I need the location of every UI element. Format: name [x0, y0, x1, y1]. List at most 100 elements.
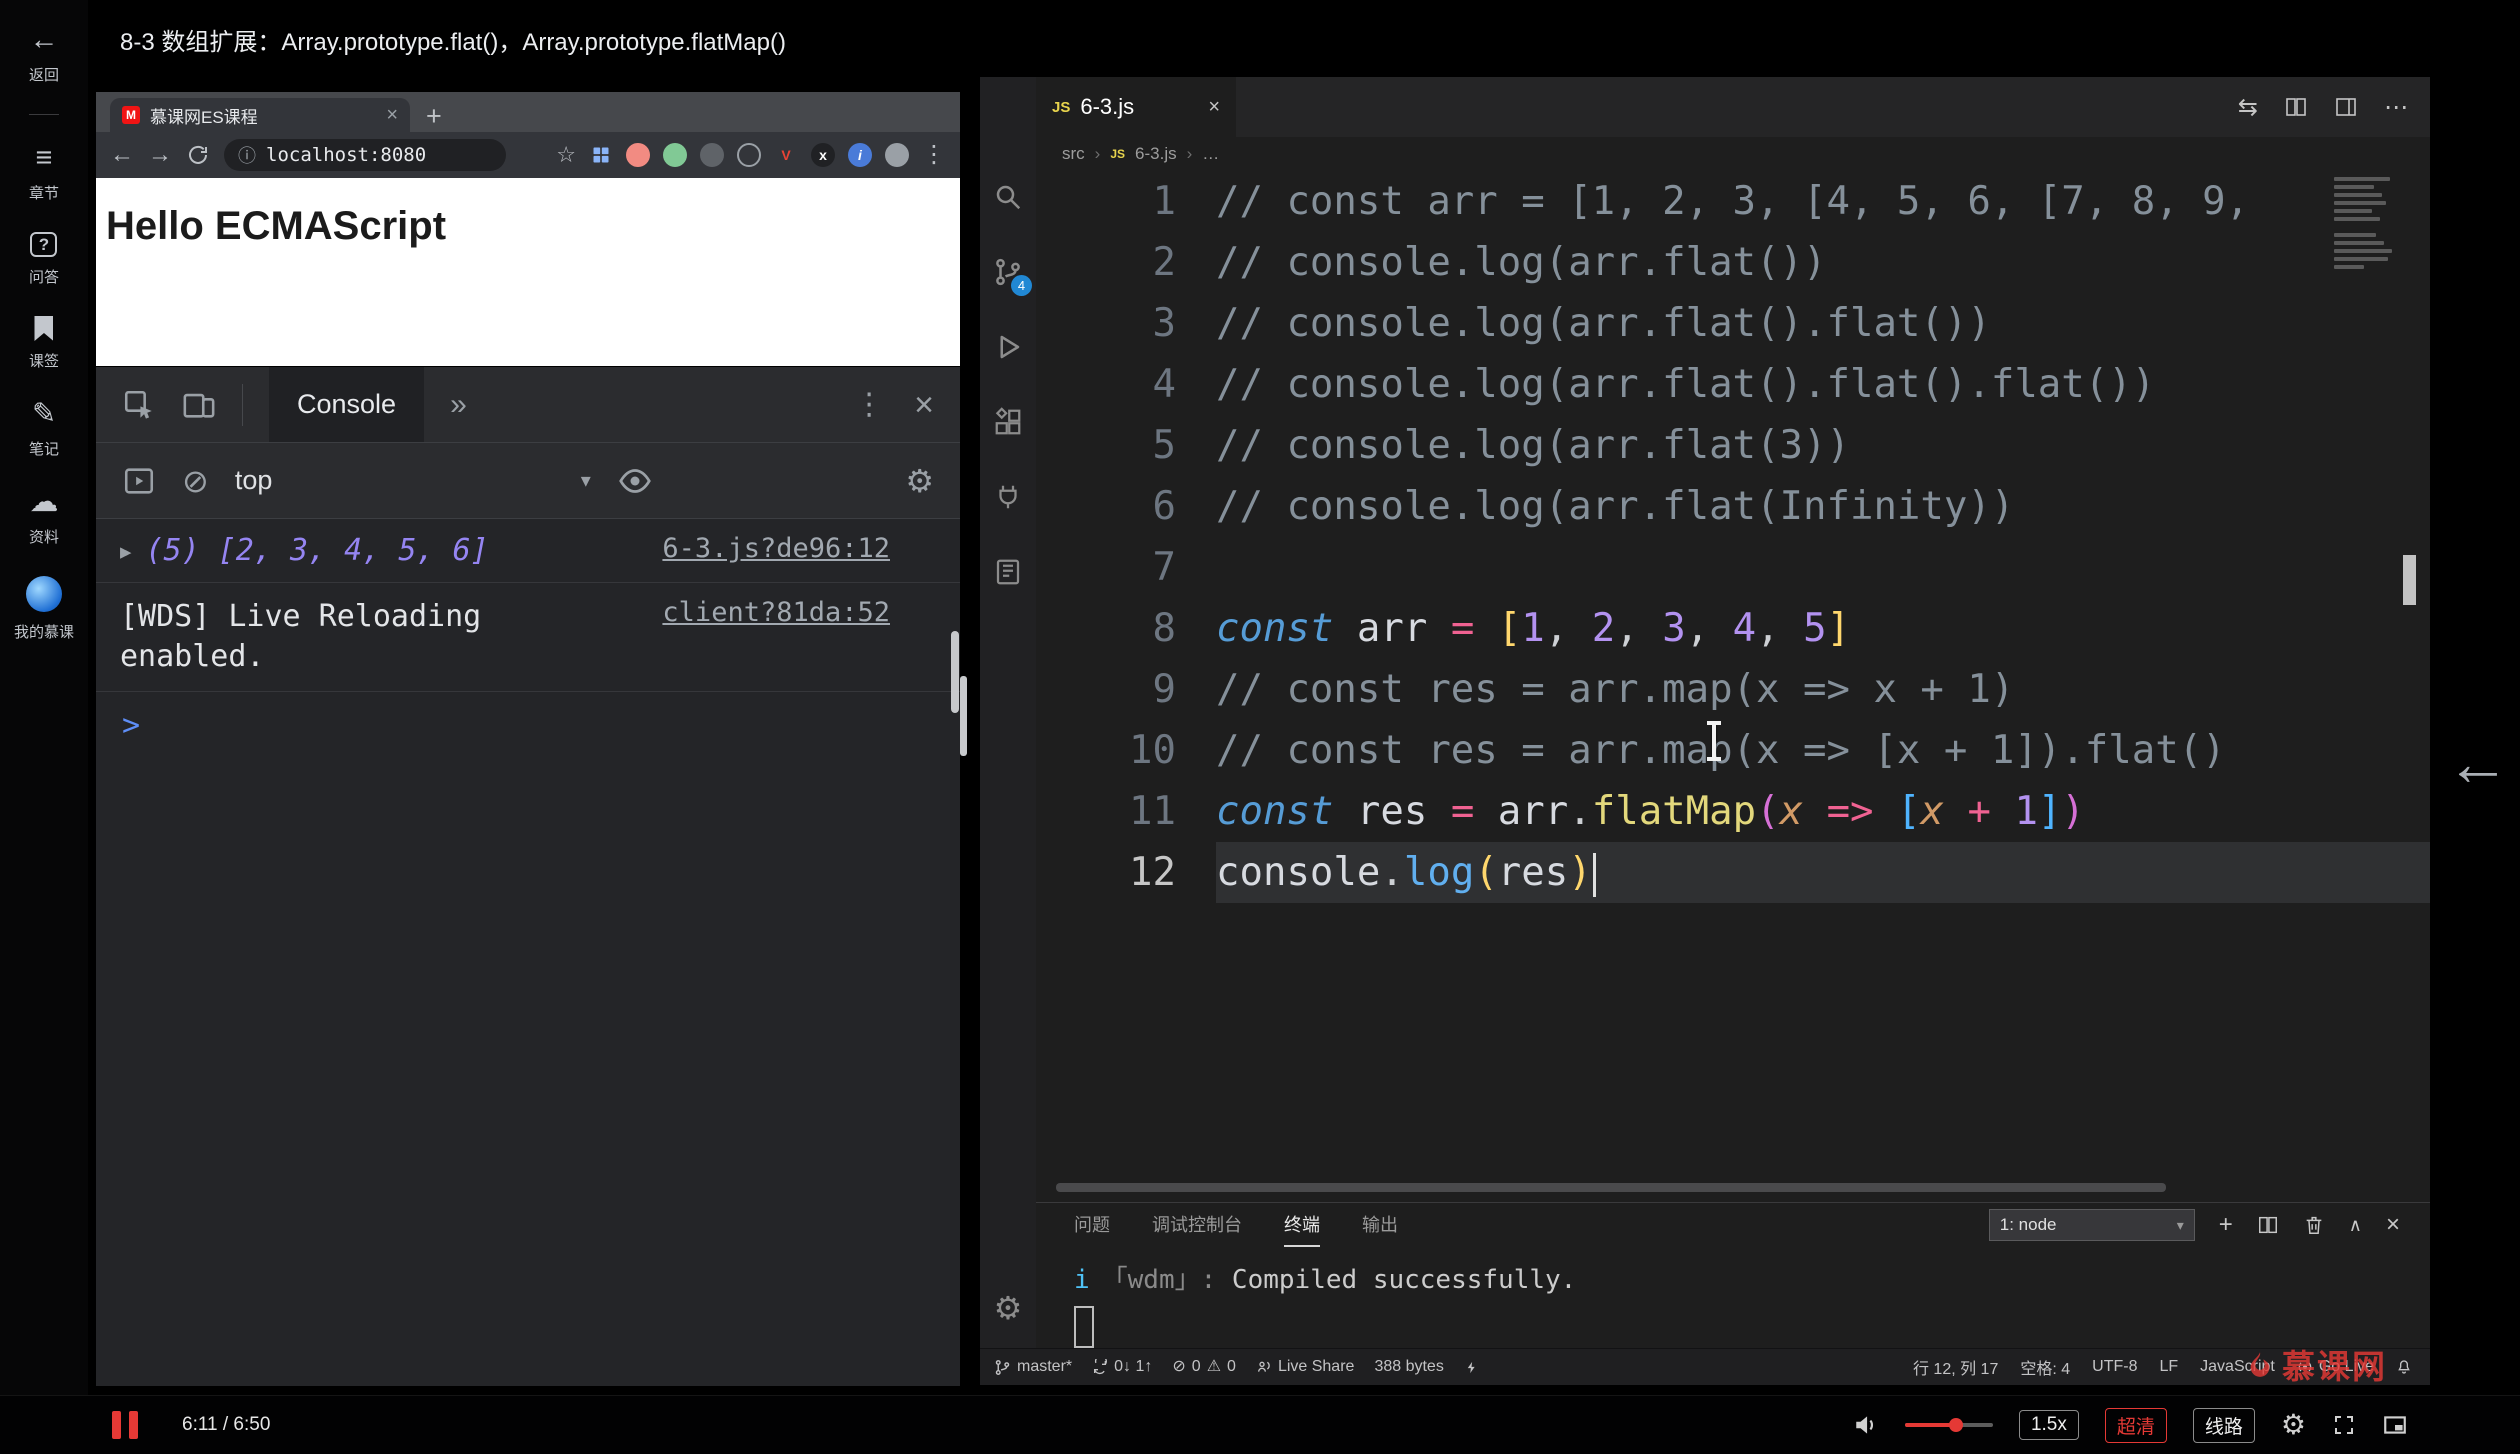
- sidebar-item-qa[interactable]: ? 问答: [29, 232, 59, 287]
- console-prompt[interactable]: >: [96, 692, 960, 743]
- maximize-panel-icon[interactable]: ∧: [2349, 1216, 2362, 1234]
- device-toolbar-icon[interactable]: [182, 388, 216, 422]
- more-actions-icon[interactable]: ⋯: [2384, 93, 2408, 122]
- source-control-icon[interactable]: 4: [986, 250, 1032, 296]
- language-indicator[interactable]: JavaScript: [2200, 1358, 2275, 1376]
- site-info-icon[interactable]: ⓘ: [238, 142, 256, 168]
- extension-icon[interactable]: [663, 143, 687, 167]
- pause-button[interactable]: [112, 1411, 138, 1439]
- extension-icon[interactable]: x: [811, 143, 835, 167]
- code-line[interactable]: 9 // const res = arr.map(x => x + 1): [1036, 659, 2430, 720]
- cursor-position[interactable]: 行 12, 列 17: [1913, 1355, 1998, 1379]
- code-line[interactable]: 5 // console.log(arr.flat(3)): [1036, 415, 2430, 476]
- volume-icon[interactable]: [1853, 1412, 1879, 1438]
- run-debug-icon[interactable]: [986, 325, 1030, 369]
- eye-icon[interactable]: [617, 463, 653, 499]
- devtools-close-icon[interactable]: ×: [914, 388, 934, 422]
- more-tabs-icon[interactable]: »: [450, 389, 467, 420]
- browser-menu-icon[interactable]: ⋮: [922, 143, 946, 167]
- indent-indicator[interactable]: 空格: 4: [2020, 1355, 2070, 1379]
- source-link[interactable]: 6-3.js?de96:12: [662, 533, 890, 564]
- chrome-tab[interactable]: M 慕课网ES课程 ×: [110, 98, 410, 132]
- tab-close-icon[interactable]: ×: [386, 104, 398, 127]
- breadcrumb-more[interactable]: …: [1202, 144, 1219, 164]
- breadcrumb-file[interactable]: 6-3.js: [1135, 144, 1177, 164]
- breadcrumb[interactable]: src › JS 6-3.js › …: [1036, 137, 2430, 171]
- expand-triangle-icon[interactable]: ▶: [120, 533, 131, 563]
- speed-button[interactable]: 1.5x: [2018, 1410, 2079, 1440]
- go-live-button[interactable]: Go Live: [2297, 1358, 2374, 1376]
- extension-icon[interactable]: [700, 143, 724, 167]
- javascript-context-select[interactable]: top ▾: [235, 465, 591, 496]
- split-terminal-icon[interactable]: [2257, 1214, 2279, 1236]
- panel-tab-output[interactable]: 输出: [1362, 1203, 1398, 1247]
- player-settings-icon[interactable]: ⚙: [2281, 1411, 2306, 1439]
- sidebar-item-bookmark[interactable]: 课签: [29, 316, 59, 371]
- encoding-indicator[interactable]: UTF-8: [2092, 1358, 2137, 1376]
- source-link[interactable]: client?81da:52: [662, 597, 890, 628]
- sync-indicator[interactable]: 0↓ 1↑: [1092, 1358, 1152, 1376]
- extension-icon[interactable]: V: [774, 143, 798, 167]
- devtools-menu-icon[interactable]: ⋮: [854, 389, 884, 420]
- browser-refresh-button[interactable]: [186, 143, 210, 167]
- code-line[interactable]: 2 // console.log(arr.flat()): [1036, 232, 2430, 293]
- overlay-back-arrow[interactable]: ←: [2446, 731, 2510, 795]
- problems-indicator[interactable]: ⊘ 0 ⚠ 0: [1172, 1358, 1236, 1376]
- extension-icon[interactable]: [626, 143, 650, 167]
- remote-explorer-icon[interactable]: [986, 475, 1030, 519]
- editor-scrollbar-thumb[interactable]: [2403, 555, 2416, 605]
- code-editor[interactable]: 1 // const arr = [1, 2, 3, [4, 5, 6, [7, …: [1036, 171, 2430, 1202]
- address-bar[interactable]: ⓘ localhost:8080: [224, 139, 506, 171]
- panel-tab-problems[interactable]: 问题: [1074, 1203, 1110, 1247]
- browser-back-button[interactable]: ←: [110, 143, 134, 167]
- gear-icon[interactable]: ⚙: [905, 465, 934, 497]
- code-line[interactable]: 12 console.log(res): [1036, 842, 2430, 903]
- split-editor-icon[interactable]: [2284, 95, 2308, 119]
- panel-tab-debug-console[interactable]: 调试控制台: [1152, 1203, 1242, 1247]
- sidebar-item-notes[interactable]: ✎ 笔记: [29, 400, 59, 459]
- divider-scrollbar-thumb[interactable]: [960, 676, 967, 756]
- panel-tab-terminal[interactable]: 终端: [1284, 1203, 1320, 1247]
- code-line[interactable]: 1 // const arr = [1, 2, 3, [4, 5, 6, [7, …: [1036, 171, 2430, 232]
- minimap[interactable]: [2334, 177, 2394, 273]
- branch-indicator[interactable]: master*: [994, 1358, 1072, 1376]
- search-icon[interactable]: [986, 175, 1030, 219]
- code-line[interactable]: 11 const res = arr.flatMap(x => [x + 1]): [1036, 781, 2430, 842]
- volume-knob[interactable]: [1948, 1418, 1963, 1432]
- code-line[interactable]: 4 // console.log(arr.flat().flat().flat()…: [1036, 354, 2430, 415]
- notifications-bell[interactable]: [2396, 1359, 2412, 1375]
- volume-slider[interactable]: [1904, 1418, 1993, 1432]
- editor-tab-active[interactable]: JS 6-3.js ×: [1036, 77, 1236, 137]
- trash-icon[interactable]: [2303, 1214, 2325, 1236]
- sidebar-item-back[interactable]: ← 返回: [29, 26, 59, 85]
- miniplayer-icon[interactable]: [2382, 1412, 2408, 1438]
- extension-icon[interactable]: [589, 143, 613, 167]
- editor-hscrollbar[interactable]: [1056, 1183, 2166, 1192]
- close-panel-icon[interactable]: ×: [2386, 1213, 2400, 1237]
- console-scrollbar-thumb[interactable]: [951, 631, 959, 713]
- array-preview[interactable]: (5) [2, 3, 4, 5, 6]: [145, 533, 488, 568]
- code-line[interactable]: 3 // console.log(arr.flat().flat()): [1036, 293, 2430, 354]
- new-terminal-icon[interactable]: +: [2219, 1213, 2233, 1237]
- code-line[interactable]: 8 const arr = [1, 2, 3, 4, 5]: [1036, 598, 2430, 659]
- sidebar-item-materials[interactable]: ☁ 资料: [29, 488, 59, 547]
- bookmark-star-icon[interactable]: ☆: [556, 144, 576, 166]
- browser-forward-button[interactable]: →: [148, 143, 172, 167]
- compare-icon[interactable]: ⇆: [2238, 93, 2258, 122]
- sidebar-item-my-imooc[interactable]: 我的慕课: [14, 576, 74, 642]
- extension-icon[interactable]: [737, 143, 761, 167]
- profile-avatar[interactable]: [885, 143, 909, 167]
- manage-gear-icon[interactable]: ⚙: [994, 1292, 1023, 1324]
- sidebar-item-chapters[interactable]: ≡ 章节: [29, 144, 59, 203]
- code-line[interactable]: 6 // console.log(arr.flat(Infinity)): [1036, 476, 2430, 537]
- quality-button[interactable]: 超清: [2104, 1407, 2167, 1443]
- terminal-select[interactable]: 1: node ▾: [1988, 1209, 2195, 1241]
- extension-icon[interactable]: i: [848, 143, 872, 167]
- live-share-button[interactable]: Live Share: [1256, 1358, 1354, 1376]
- new-tab-button[interactable]: +: [426, 103, 442, 130]
- route-button[interactable]: 线路: [2192, 1407, 2255, 1443]
- tab-close-icon[interactable]: ×: [1208, 96, 1220, 119]
- eol-indicator[interactable]: LF: [2159, 1358, 2178, 1376]
- clear-console-icon[interactable]: ⊘: [182, 465, 209, 497]
- breadcrumb-root[interactable]: src: [1062, 144, 1085, 164]
